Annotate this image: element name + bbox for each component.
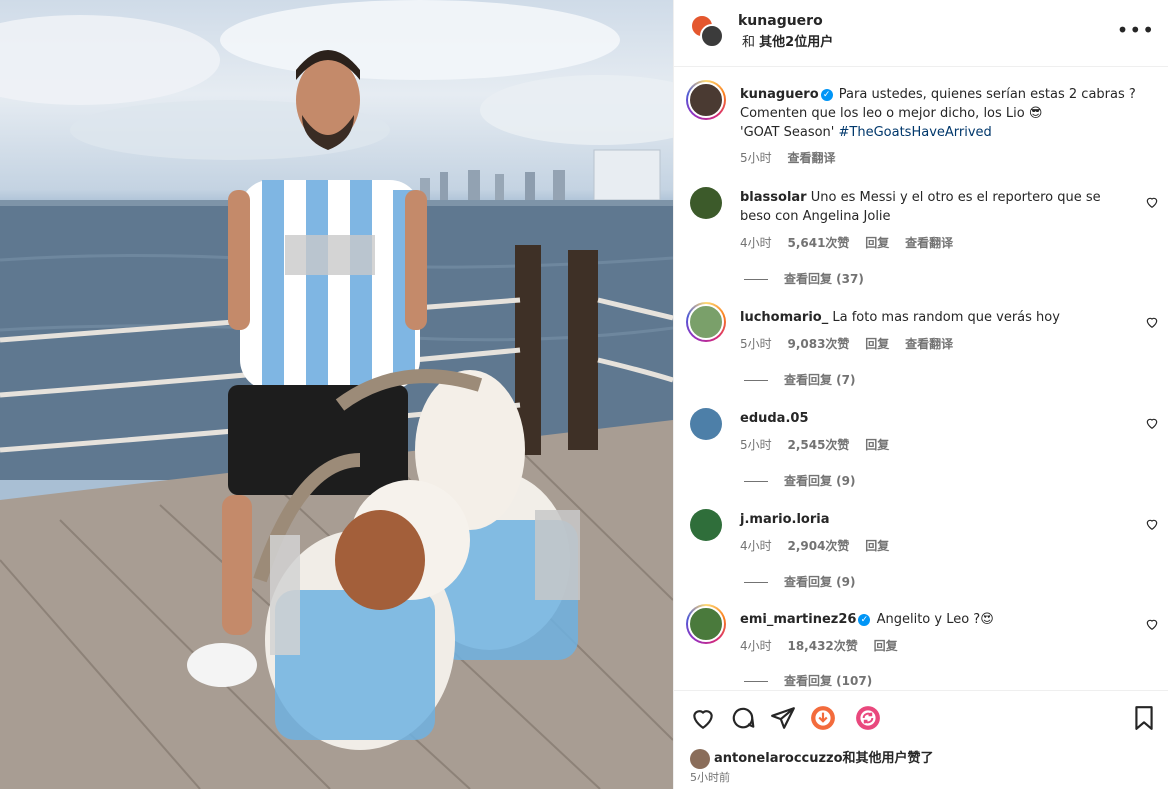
comment-body: emi_martinez26 ✓ Angelito y Leo ?😍 <box>740 610 1120 629</box>
comment-time[interactable]: 4小时 <box>740 236 772 250</box>
post-header: kunaguero 和 其他2位用户 ••• <box>674 0 1168 67</box>
coauthor-prefix: 和 <box>742 35 756 50</box>
author-avatar[interactable] <box>700 24 724 48</box>
replies-divider <box>744 481 768 482</box>
caption-line-3: 'GOAT Season' <box>740 125 835 140</box>
comment-username[interactable]: luchomario_ <box>740 310 828 325</box>
comment-translate[interactable]: 查看翻译 <box>905 337 953 351</box>
view-replies-button[interactable]: 查看回复 (107) <box>744 672 872 688</box>
comment-avatar[interactable] <box>686 302 726 342</box>
view-replies-label[interactable]: 查看回复 (9) <box>784 474 856 488</box>
side-panel: kunaguero 和 其他2位用户 ••• kunaguero ✓ Para u… <box>673 0 1168 789</box>
verified-icon: ✓ <box>820 88 833 101</box>
comment-reply-button[interactable]: 回复 <box>865 337 889 351</box>
download-icon[interactable] <box>810 705 836 731</box>
post-photo[interactable] <box>0 0 673 789</box>
comment-time[interactable]: 4小时 <box>740 539 772 553</box>
coauthor-line: 和 其他2位用户 <box>742 31 833 50</box>
repost-icon[interactable] <box>855 705 881 731</box>
like-comment-icon[interactable] <box>1145 315 1159 329</box>
comment-reply-button[interactable]: 回复 <box>874 639 898 653</box>
comment-username[interactable]: emi_martinez26 <box>740 612 856 627</box>
comment-likes[interactable]: 2,545次赞 <box>787 438 849 452</box>
comment-text: Angelito y Leo ?😍 <box>876 612 994 627</box>
comment-avatar[interactable] <box>690 187 722 219</box>
liked-by: antonelaroccuzzo和其他用户赞了 <box>690 747 934 769</box>
liker-avatar[interactable] <box>690 748 710 769</box>
view-replies-button[interactable]: 查看回复 (9) <box>744 472 856 489</box>
author-username[interactable]: kunaguero <box>738 13 823 29</box>
like-comment-icon[interactable] <box>1145 617 1159 631</box>
like-comment-icon[interactable] <box>1145 195 1159 209</box>
comment-avatar[interactable] <box>690 408 722 440</box>
comment-meta: 4小时 18,432次赞 回复 <box>740 637 910 654</box>
liked-by-user[interactable]: antonelaroccuzzo <box>714 751 843 766</box>
comment-username[interactable]: eduda.05 <box>740 411 809 426</box>
comment-likes[interactable]: 18,432次赞 <box>787 639 857 653</box>
caption-time[interactable]: 5小时 <box>740 151 772 165</box>
view-replies-button[interactable]: 查看回复 (9) <box>744 573 856 590</box>
author-avatar-stack[interactable] <box>690 14 724 48</box>
view-replies-label[interactable]: 查看回复 (7) <box>784 373 856 387</box>
replies-divider <box>744 279 768 280</box>
comment-text: La foto mas random que verás hoy <box>832 310 1060 325</box>
comment-icon[interactable] <box>730 705 756 731</box>
caption-avatar[interactable] <box>686 80 726 120</box>
comment-username[interactable]: blassolar <box>740 190 807 205</box>
comment-body: luchomario_ La foto mas random que verás… <box>740 308 1120 327</box>
comment-likes[interactable]: 5,641次赞 <box>787 236 849 250</box>
like-comment-icon[interactable] <box>1145 517 1159 531</box>
coauthor-link[interactable]: 其他2位用户 <box>759 35 833 50</box>
caption-line-1: Para ustedes, quienes serían estas 2 cab… <box>838 87 1136 102</box>
photo-illustration <box>0 0 673 789</box>
like-comment-icon[interactable] <box>1145 416 1159 430</box>
save-bookmark-icon[interactable] <box>1131 705 1157 731</box>
comment-avatar[interactable] <box>686 604 726 644</box>
post-time[interactable]: 5小时前 <box>690 769 730 785</box>
view-replies-label[interactable]: 查看回复 (9) <box>784 575 856 589</box>
caption-meta: 5小时 查看翻译 <box>740 149 847 166</box>
caption-translate[interactable]: 查看翻译 <box>787 151 835 165</box>
comment-meta: 5小时 2,545次赞 回复 <box>740 436 901 453</box>
view-replies-label[interactable]: 查看回复 (107) <box>784 674 872 688</box>
comment-reply-button[interactable]: 回复 <box>865 438 889 452</box>
view-replies-button[interactable]: 查看回复 (7) <box>744 371 856 388</box>
comment-body: blassolar Uno es Messi y el otro es el r… <box>740 188 1120 226</box>
comment-time[interactable]: 5小时 <box>740 337 772 351</box>
post-modal: kunaguero 和 其他2位用户 ••• kunaguero ✓ Para u… <box>0 0 1168 789</box>
action-bar: antonelaroccuzzo和其他用户赞了 5小时前 <box>674 690 1168 789</box>
caption-username[interactable]: kunaguero <box>740 87 819 102</box>
comment-username[interactable]: j.mario.loria <box>740 512 829 527</box>
liked-by-suffix[interactable]: 和其他用户赞了 <box>843 751 934 766</box>
comment-translate[interactable]: 查看翻译 <box>905 236 953 250</box>
verified-icon: ✓ <box>858 613 871 626</box>
comment-reply-button[interactable]: 回复 <box>865 236 889 250</box>
comment-likes[interactable]: 2,904次赞 <box>787 539 849 553</box>
comment-meta: 5小时 9,083次赞 回复 查看翻译 <box>740 335 965 352</box>
share-icon[interactable] <box>770 705 796 731</box>
like-icon[interactable] <box>690 705 716 731</box>
comment-avatar[interactable] <box>690 509 722 541</box>
comment-time[interactable]: 5小时 <box>740 438 772 452</box>
comment-meta: 4小时 5,641次赞 回复 查看翻译 <box>740 234 965 251</box>
view-replies-label[interactable]: 查看回复 (37) <box>784 272 864 286</box>
replies-divider <box>744 582 768 583</box>
comment-reply-button[interactable]: 回复 <box>865 539 889 553</box>
comments-list[interactable]: kunaguero ✓ Para ustedes, quienes serían … <box>674 68 1168 688</box>
replies-divider <box>744 681 768 682</box>
more-options-icon[interactable]: ••• <box>1117 18 1155 42</box>
comment-body: eduda.05 <box>740 409 1120 428</box>
comment-likes[interactable]: 9,083次赞 <box>787 337 849 351</box>
comment-body: j.mario.loria <box>740 510 1120 529</box>
caption-line-2: Comenten que los leo o mejor dicho, los … <box>740 106 1043 121</box>
comment-time[interactable]: 4小时 <box>740 639 772 653</box>
caption: kunaguero ✓ Para ustedes, quienes serían … <box>740 85 1140 142</box>
replies-divider <box>744 380 768 381</box>
comment-meta: 4小时 2,904次赞 回复 <box>740 537 901 554</box>
view-replies-button[interactable]: 查看回复 (37) <box>744 270 864 287</box>
caption-hashtag[interactable]: #TheGoatsHaveArrived <box>839 125 992 140</box>
